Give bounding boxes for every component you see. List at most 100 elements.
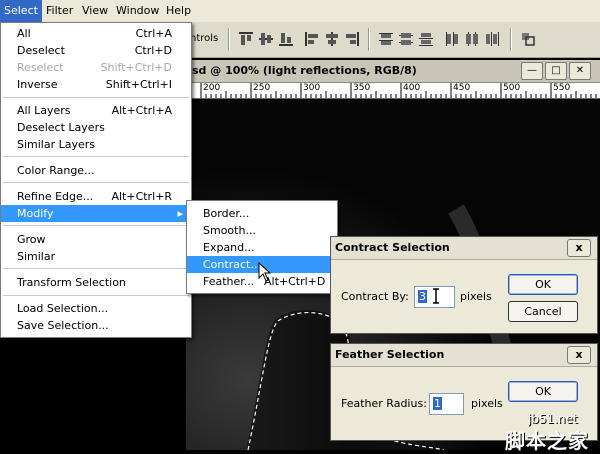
minimize-icon[interactable]: —	[521, 62, 543, 80]
menu-separator	[3, 182, 189, 183]
menu-item-similar-layers[interactable]: Similar Layers	[1, 136, 189, 153]
feather-radius-label: Feather Radius:	[341, 397, 427, 410]
maximize-icon[interactable]: □	[545, 62, 567, 80]
dialog-title: Feather Selection	[335, 348, 445, 361]
menu-item-shortcut: Ctrl+D	[134, 44, 172, 57]
submenu-arrow-icon: ▸	[177, 207, 183, 220]
menu-select[interactable]: Select	[0, 0, 42, 22]
menu-item-label: Modify	[17, 207, 54, 220]
menu-item-label: Grow	[17, 233, 46, 246]
menu-view[interactable]: View	[78, 0, 112, 22]
menu-item-all-layers[interactable]: All Layers Alt+Ctrl+A	[1, 102, 189, 119]
submenu-item-label: Border...	[203, 207, 250, 220]
align-left-icon[interactable]	[304, 31, 320, 47]
show-transform-controls-label[interactable]: ntrols	[190, 33, 218, 44]
menu-item-inverse[interactable]: Inverse Shift+Ctrl+I	[1, 76, 189, 93]
menu-item-save-selection[interactable]: Save Selection...	[1, 317, 189, 334]
feather-shortcut: Alt+Ctrl+D	[264, 275, 326, 288]
menu-item-modify[interactable]: Modify ▸	[1, 205, 189, 222]
contract-by-label: Contract By:	[341, 290, 409, 303]
align-vertical-center-icon[interactable]	[258, 31, 274, 47]
menu-item-refine-edge[interactable]: Refine Edge... Alt+Ctrl+R	[1, 188, 189, 205]
toolbar-separator	[368, 28, 370, 51]
menu-item-transform-selection[interactable]: Transform Selection	[1, 274, 189, 291]
ruler-label: 250	[253, 83, 271, 93]
dialog-title-bar[interactable]: Feather Selection x	[331, 344, 597, 367]
menu-item-label: Inverse	[17, 78, 58, 91]
ruler-label: 200	[203, 83, 221, 93]
menu-item-label: All	[17, 27, 31, 40]
menu-item-reselect: Reselect Shift+Ctrl+D	[1, 59, 189, 76]
select-menu: All Ctrl+A Deselect Ctrl+D Reselect Shift+C…	[0, 22, 192, 338]
dialog-title: Contract Selection	[335, 241, 450, 254]
menu-item-all[interactable]: All Ctrl+A	[1, 25, 189, 42]
dialog-title-bar[interactable]: Contract Selection x	[331, 237, 597, 260]
watermark-site: jb51.net	[528, 412, 578, 426]
close-icon[interactable]: x	[567, 239, 591, 257]
ruler-label: 500	[503, 83, 521, 93]
ruler-ticks	[200, 83, 597, 98]
document-title: sd @ 100% (light reflections, RGB/8)	[192, 64, 417, 77]
menu-item-label: Color Range...	[17, 164, 95, 177]
ruler-label: 450	[453, 83, 471, 93]
ruler-label: 300	[303, 83, 321, 93]
text-cursor-icon	[433, 288, 439, 304]
align-horizontal-center-icon[interactable]	[324, 31, 340, 47]
horizontal-ruler: 200 250 300 350 400 450 500 550	[186, 83, 600, 99]
distribute-bottom-icon[interactable]	[418, 31, 434, 47]
submenu-item-label: Smooth...	[203, 224, 256, 237]
distribute-left-icon[interactable]	[444, 31, 460, 47]
feather-radius-value: 1	[433, 397, 442, 410]
contract-selection-dialog: Contract Selection x Contract By: 3 pixe…	[330, 236, 598, 334]
distribute-top-icon[interactable]	[378, 31, 394, 47]
menu-item-label: Similar Layers	[17, 138, 96, 151]
auto-align-layers-icon[interactable]	[520, 31, 536, 47]
menu-item-deselect-layers[interactable]: Deselect Layers	[1, 119, 189, 136]
ruler-label: 350	[353, 83, 371, 93]
ok-button[interactable]: OK	[508, 381, 578, 402]
menu-item-label: All Layers	[17, 104, 71, 117]
distribute-vertical-center-icon[interactable]	[398, 31, 414, 47]
menu-bar: Select Filter View Window Help	[0, 0, 600, 23]
ok-button[interactable]: OK	[508, 274, 578, 295]
contract-by-value: 3	[418, 290, 427, 303]
cancel-button[interactable]: Cancel	[508, 301, 578, 322]
menu-item-label: Deselect	[17, 44, 65, 57]
submenu-item-border[interactable]: Border...	[187, 205, 335, 222]
menu-item-shortcut: Alt+Ctrl+A	[111, 104, 172, 117]
feather-radius-unit: pixels	[471, 397, 503, 410]
distribute-right-icon[interactable]	[484, 31, 500, 47]
menu-item-label: Deselect Layers	[17, 121, 105, 134]
menu-window[interactable]: Window	[112, 0, 163, 22]
close-icon[interactable]: x	[567, 346, 591, 364]
menu-separator	[3, 268, 189, 269]
menu-item-label: Load Selection...	[17, 302, 109, 315]
submenu-item-label: Feather...	[203, 275, 255, 288]
menu-item-similar[interactable]: Similar	[1, 248, 189, 265]
toolbar-separator	[228, 28, 230, 51]
close-icon[interactable]: ✕	[569, 62, 591, 80]
submenu-item-label: Expand...	[203, 241, 255, 254]
menu-filter[interactable]: Filter	[42, 0, 77, 22]
submenu-item-smooth[interactable]: Smooth...	[187, 222, 335, 239]
menu-item-label: Reselect	[17, 61, 64, 74]
menu-item-shortcut: Ctrl+A	[135, 27, 172, 40]
submenu-item-expand[interactable]: Expand...	[187, 239, 335, 256]
mouse-pointer-icon	[258, 262, 272, 282]
menu-item-shortcut: Shift+Ctrl+I	[105, 78, 172, 91]
menu-item-color-range[interactable]: Color Range...	[1, 162, 189, 179]
menu-item-label: Similar	[17, 250, 56, 263]
menu-item-grow[interactable]: Grow	[1, 231, 189, 248]
menu-separator	[3, 156, 189, 157]
align-bottom-icon[interactable]	[278, 31, 294, 47]
align-right-icon[interactable]	[344, 31, 360, 47]
align-top-icon[interactable]	[238, 31, 254, 47]
ruler-label: 400	[403, 83, 421, 93]
feather-radius-input[interactable]: 1	[429, 393, 464, 415]
menu-item-load-selection[interactable]: Load Selection...	[1, 300, 189, 317]
document-title-bar[interactable]: sd @ 100% (light reflections, RGB/8) — □…	[186, 60, 600, 83]
menu-item-label: Refine Edge...	[17, 190, 94, 203]
menu-item-deselect[interactable]: Deselect Ctrl+D	[1, 42, 189, 59]
menu-help[interactable]: Help	[162, 0, 195, 22]
distribute-horizontal-center-icon[interactable]	[464, 31, 480, 47]
